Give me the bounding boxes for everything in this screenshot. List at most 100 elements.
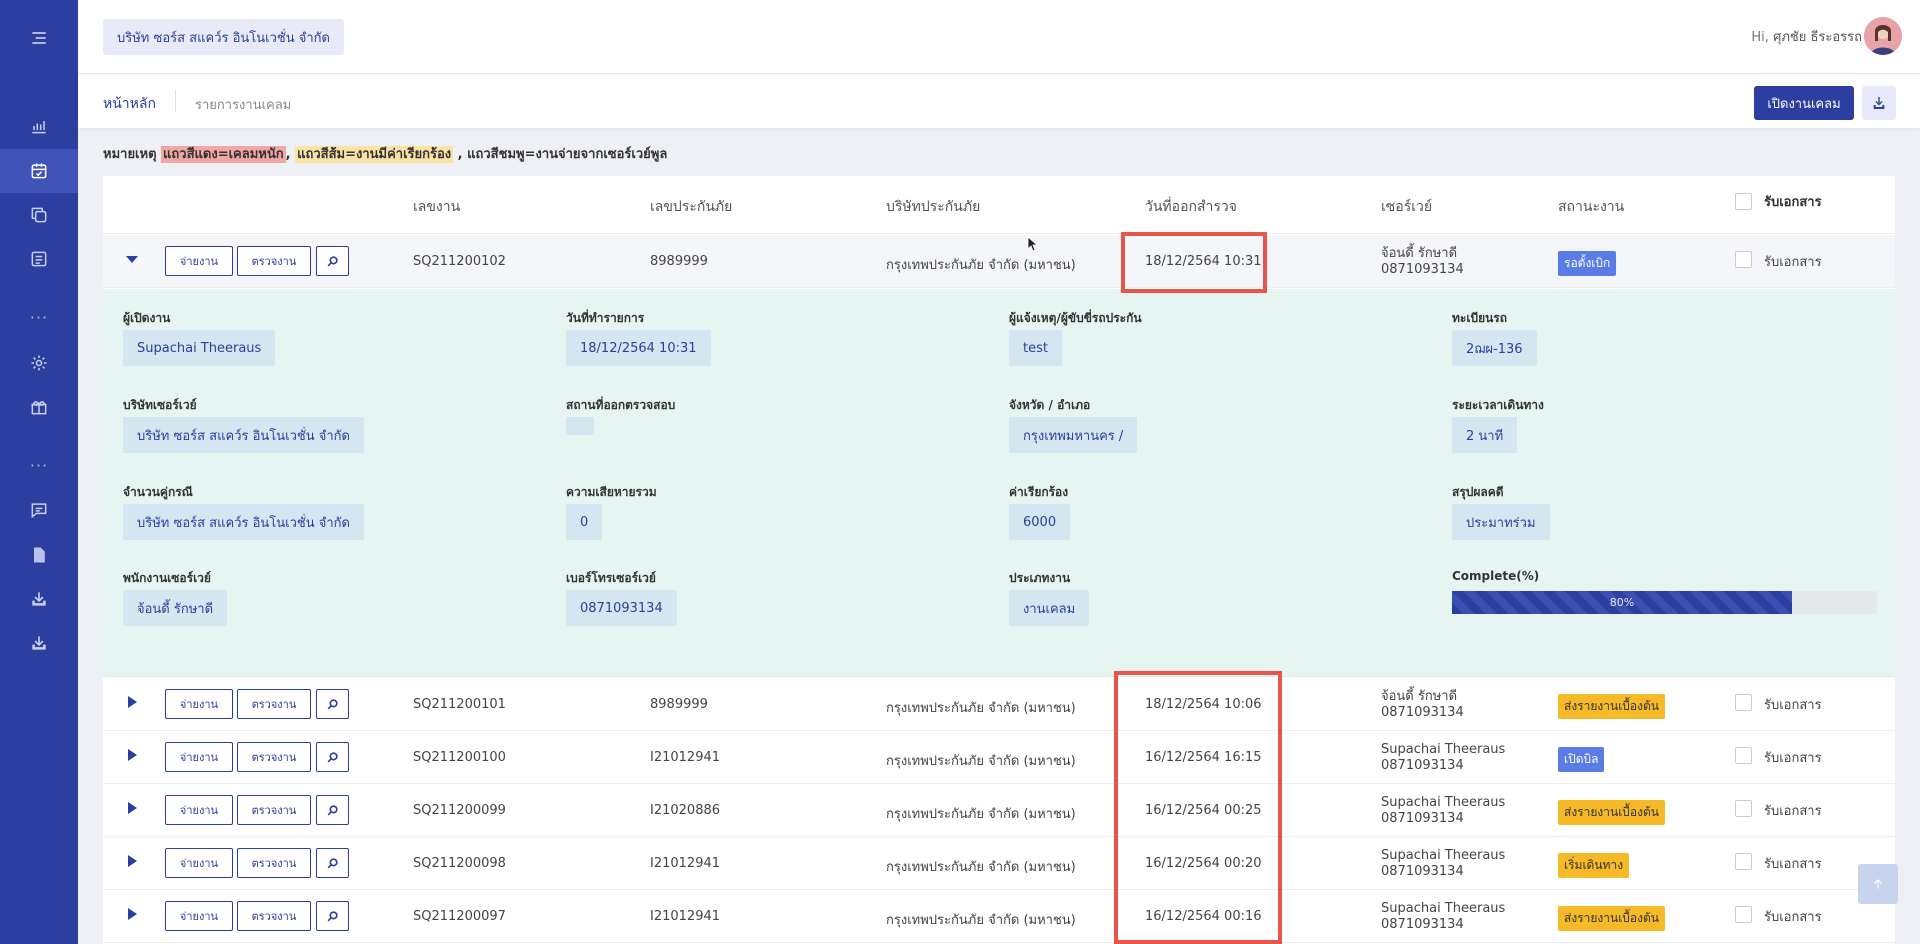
surveyor-phone: 0871093134: [1381, 705, 1464, 720]
receive-doc-checkbox[interactable]: [1735, 800, 1752, 817]
company-selector[interactable]: บริษัท ซอร์ส สแคว์ร อินโนเวชั่น จำกัด: [103, 19, 344, 55]
detail-survey-company-label: บริษัทเซอร์เวย์: [123, 398, 197, 412]
job-no: SQ211200102: [413, 254, 506, 269]
pay-job-button[interactable]: จ่ายงาน: [165, 742, 233, 772]
list-icon[interactable]: [0, 237, 78, 281]
col-survey-date[interactable]: วันที่ออกสำรวจ: [1145, 196, 1237, 218]
check-job-button[interactable]: ตรวจงาน: [237, 795, 311, 825]
table-row[interactable]: จ่ายงาน ตรวจงาน SQ211200101 8989999 กรุง…: [103, 678, 1895, 731]
surveyor: Supachai Theeraus 0871093134: [1381, 742, 1505, 774]
detail-claim-amount-label: ค่าเรียกร้อง: [1009, 485, 1069, 499]
chat-icon[interactable]: [0, 488, 78, 532]
scroll-top-button[interactable]: [1858, 864, 1898, 904]
search-icon: [327, 910, 338, 921]
detail-staff-label: พนักงานเซอร์เวย์: [123, 571, 211, 585]
download-tray-icon[interactable]: [0, 577, 78, 621]
detail-location-label: สถานที่ออกตรวจสอบ: [566, 398, 676, 412]
surveyor: จ้อนดี้ รักษาดี 0871093134: [1381, 246, 1464, 278]
breadcrumb-home[interactable]: หน้าหลัก: [103, 93, 156, 115]
insurer: กรุงเทพประกันภัย จำกัด (มหาชน): [886, 258, 1076, 273]
pay-job-button[interactable]: จ่ายงาน: [165, 848, 233, 878]
policy-no: I21020886: [650, 803, 721, 818]
sidebar: ··· ···: [0, 0, 78, 944]
detail-location: [566, 417, 594, 435]
pay-job-button[interactable]: จ่ายงาน: [165, 689, 233, 719]
col-surveyor[interactable]: เซอร์เวย์: [1381, 196, 1432, 218]
breadcrumb: หน้าหลัก รายการงานเคลม เปิดงานเคลม: [78, 74, 1920, 128]
note-orange-row: แถวสีส้ม=งานมีค่าเรียกร้อง: [295, 146, 454, 163]
highlight-box: [1114, 671, 1282, 944]
pay-job-button[interactable]: จ่ายงาน: [165, 795, 233, 825]
gift-icon[interactable]: [0, 385, 78, 429]
surveyor-phone: 0871093134: [1381, 758, 1464, 773]
check-job-button[interactable]: ตรวจงาน: [237, 742, 311, 772]
open-claim-button[interactable]: เปิดงานเคลม: [1754, 86, 1854, 120]
check-job-button[interactable]: ตรวจงาน: [237, 901, 311, 931]
view-job-button[interactable]: [316, 848, 349, 878]
insurer: กรุงเทพประกันภัย จำกัด (มหาชน): [886, 860, 1076, 875]
search-icon: [327, 255, 338, 266]
gear-icon[interactable]: [0, 341, 78, 385]
complete-progress-bar: 80%: [1452, 591, 1877, 614]
insurer: กรุงเทพประกันภัย จำกัด (มหาชน): [886, 807, 1076, 822]
detail-travel-time-label: ระยะเวลาเดินทาง: [1452, 398, 1544, 412]
receive-doc-checkbox[interactable]: [1735, 747, 1752, 764]
col-policy-no[interactable]: เลขประกันภัย: [650, 196, 732, 218]
breadcrumb-divider: [175, 90, 176, 112]
view-job-button[interactable]: [316, 689, 349, 719]
note-separator: ,: [285, 147, 291, 162]
pay-job-button[interactable]: จ่ายงาน: [165, 901, 233, 931]
detail-damage-label: ความเสียหายรวม: [566, 485, 657, 499]
check-job-button[interactable]: ตรวจงาน: [237, 246, 311, 276]
view-job-button[interactable]: [316, 795, 349, 825]
note-red-row: แถวสีแดง=เคลมหนัก: [161, 146, 286, 163]
col-job-no[interactable]: เลขงาน: [413, 196, 460, 218]
table-row[interactable]: จ่ายงาน ตรวจงาน SQ211200099 I21020886 กร…: [103, 784, 1895, 837]
table-row[interactable]: จ่ายงาน ตรวจงาน SQ211200097 I21012941 กร…: [103, 890, 1895, 943]
detail-list-date-label: วันที่ทำรายการ: [566, 311, 645, 325]
col-status[interactable]: สถานะงาน: [1558, 196, 1624, 218]
expand-caret-icon[interactable]: [125, 695, 139, 713]
receive-doc-checkbox[interactable]: [1735, 251, 1752, 268]
detail-counterpart: บริษัท ซอร์ส สแคว์ร อินโนเวชั่น จำกัด: [123, 504, 364, 540]
user-name: ศุภชัย ธีระอรรถ: [1773, 30, 1862, 45]
surveyor-phone: 0871093134: [1381, 811, 1464, 826]
expand-caret-icon[interactable]: [125, 854, 139, 872]
expand-caret-icon[interactable]: [125, 907, 139, 925]
view-job-button[interactable]: [316, 246, 349, 276]
expand-caret-icon[interactable]: [125, 801, 139, 819]
menu-toggle-icon[interactable]: [0, 16, 78, 60]
surveyor: Supachai Theeraus 0871093134: [1381, 901, 1505, 933]
download-button[interactable]: [1862, 86, 1896, 120]
dashboard-chart-icon[interactable]: [0, 104, 78, 148]
document-icon[interactable]: [0, 533, 78, 577]
avatar[interactable]: [1864, 17, 1902, 55]
copy-icon[interactable]: [0, 193, 78, 237]
check-job-button[interactable]: ตรวจงาน: [237, 848, 311, 878]
top-header: บริษัท ซอร์ส สแคว์ร อินโนเวชั่น จำกัด Hi…: [78, 0, 1920, 74]
claims-calendar-icon[interactable]: [0, 149, 78, 193]
table-row[interactable]: จ่ายงาน ตรวจงาน SQ211200098 I21012941 กร…: [103, 837, 1895, 890]
download-tray-icon[interactable]: [0, 621, 78, 665]
receive-doc-checkbox[interactable]: [1735, 694, 1752, 711]
select-all-docs-checkbox[interactable]: [1735, 193, 1752, 210]
policy-no: I21012941: [650, 909, 721, 924]
collapse-caret-icon[interactable]: [125, 252, 139, 270]
surveyor-name: จ้อนดี้ รักษาดี: [1381, 246, 1458, 261]
check-job-button[interactable]: ตรวจงาน: [237, 689, 311, 719]
table-row[interactable]: จ่ายงาน ตรวจงาน SQ211200102 8989999 กรุง…: [103, 235, 1895, 288]
col-insurer[interactable]: บริษัทประกันภัย: [886, 196, 980, 218]
expand-caret-icon[interactable]: [125, 748, 139, 766]
note-prefix: หมายเหตุ: [103, 147, 157, 162]
policy-no: 8989999: [650, 254, 708, 269]
surveyor-phone: 0871093134: [1381, 262, 1464, 277]
view-job-button[interactable]: [316, 742, 349, 772]
receive-doc-checkbox[interactable]: [1735, 853, 1752, 870]
policy-no: 8989999: [650, 697, 708, 712]
view-job-button[interactable]: [316, 901, 349, 931]
detail-damage: 0: [566, 504, 603, 540]
detail-list-date: 18/12/2564 10:31: [566, 330, 711, 366]
receive-doc-checkbox[interactable]: [1735, 906, 1752, 923]
pay-job-button[interactable]: จ่ายงาน: [165, 246, 233, 276]
table-row[interactable]: จ่ายงาน ตรวจงาน SQ211200100 I21012941 กร…: [103, 731, 1895, 784]
